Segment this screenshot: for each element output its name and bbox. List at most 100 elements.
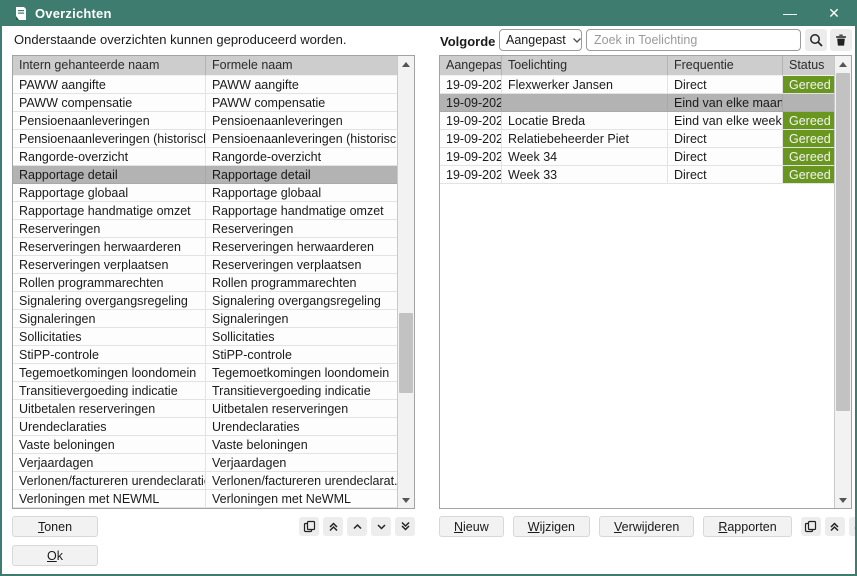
volgorde-label: Volgorde [440, 34, 495, 49]
cell-formele-naam: Verlonen/factureren urendeclarat... [206, 472, 397, 489]
cell-intern-naam: Reserveringen verplaatsen [13, 256, 206, 273]
table-row[interactable]: Rollen programmarechtenRollen programmar… [13, 274, 397, 292]
status-badge: Gereed [783, 166, 834, 183]
cell-formele-naam: PAWW aangifte [206, 76, 397, 93]
copy-icon[interactable] [299, 517, 319, 536]
column-header-frequentie[interactable]: Frequentie [668, 56, 783, 76]
nieuw-button[interactable]: Nieuw [439, 516, 504, 537]
scrollbar-up-arrow-icon[interactable] [835, 56, 851, 72]
table-row[interactable]: StiPP-controleStiPP-controle [13, 346, 397, 364]
status-badge: Gereed [783, 130, 834, 147]
scroll-down-icon[interactable] [371, 517, 391, 536]
table-row[interactable]: SignaleringenSignaleringen [13, 310, 397, 328]
cell-toelichting [502, 94, 668, 111]
cell-formele-naam: Transitievergoeding indicatie [206, 382, 397, 399]
close-button[interactable]: ✕ [825, 6, 843, 20]
cell-intern-naam: Uitbetalen reserveringen [13, 400, 206, 417]
minimize-button[interactable]: — [781, 6, 799, 20]
column-header-toelichting[interactable]: Toelichting [502, 56, 668, 76]
table-row[interactable]: Rapportage globaalRapportage globaal [13, 184, 397, 202]
cell-intern-naam: Signalering overgangsregeling [13, 292, 206, 309]
scroll-up-icon[interactable] [347, 517, 367, 536]
table-row[interactable]: Signalering overgangsregelingSignalering… [13, 292, 397, 310]
table-row[interactable]: Vaste beloningenVaste beloningen [13, 436, 397, 454]
scroll-top-icon[interactable] [323, 517, 343, 536]
table-row[interactable]: ReserveringenReserveringen [13, 220, 397, 238]
cell-formele-naam: Vaste beloningen [206, 436, 397, 453]
scrollbar-up-arrow-icon[interactable] [398, 56, 414, 72]
table-row[interactable]: VerjaardagenVerjaardagen [13, 454, 397, 472]
status-badge: Gereed [783, 148, 834, 165]
volgorde-select[interactable]: Aangepast [499, 29, 582, 51]
cell-intern-naam: Verjaardagen [13, 454, 206, 471]
table-row[interactable]: 19-09-2023Relatiebeheerder PietDirectGer… [440, 130, 834, 148]
search-input[interactable] [586, 29, 801, 51]
cell-formele-naam: Pensioenaanleveringen [206, 112, 397, 129]
column-header-aangepast[interactable]: Aangepast [440, 56, 502, 76]
table-row[interactable]: Reserveringen verplaatsenReserveringen v… [13, 256, 397, 274]
cell-intern-naam: Pensioenaanleveringen [13, 112, 206, 129]
left-scrollbar-thumb[interactable] [399, 313, 413, 393]
cell-formele-naam: Sollicitaties [206, 328, 397, 345]
cell-intern-naam: Tegemoetkomingen loondomein [13, 364, 206, 381]
search-icon[interactable] [805, 29, 827, 51]
trash-icon[interactable] [830, 29, 852, 51]
column-header-status[interactable]: Status [783, 56, 834, 76]
cell-toelichting: Week 34 [502, 148, 668, 165]
table-row[interactable]: Transitievergoeding indicatieTransitieve… [13, 382, 397, 400]
scroll-up-icon[interactable] [849, 517, 857, 536]
table-row[interactable]: Verlonen/factureren urendeclaratiesVerlo… [13, 472, 397, 490]
copy-icon[interactable] [801, 517, 821, 536]
right-scrollbar-thumb[interactable] [836, 73, 850, 411]
overzichten-window: Overzichten — ✕ Onderstaande overzichten… [0, 0, 857, 576]
verwijderen-button[interactable]: Verwijderen [599, 516, 694, 537]
tonen-button[interactable]: Tonen [12, 516, 98, 537]
table-row[interactable]: Pensioenaanleveringen (historisch)Pensio… [13, 130, 397, 148]
cell-frequentie: Direct [668, 148, 783, 165]
scroll-top-icon[interactable] [825, 517, 845, 536]
cell-formele-naam: Reserveringen verplaatsen [206, 256, 397, 273]
table-row[interactable]: Verloningen met NEWMLVerloningen met NeW… [13, 490, 397, 508]
table-row[interactable]: Rapportage handmatige omzetRapportage ha… [13, 202, 397, 220]
table-row[interactable]: PAWW aangiftePAWW aangifte [13, 76, 397, 94]
scrollbar-down-arrow-icon[interactable] [835, 492, 851, 508]
cell-intern-naam: Rapportage detail [13, 166, 206, 183]
scroll-bottom-icon[interactable] [395, 517, 415, 536]
table-row[interactable]: Uitbetalen reserveringenUitbetalen reser… [13, 400, 397, 418]
cell-intern-naam: PAWW aangifte [13, 76, 206, 93]
cell-intern-naam: Transitievergoeding indicatie [13, 382, 206, 399]
table-row[interactable]: SollicitatiesSollicitaties [13, 328, 397, 346]
table-row[interactable]: PensioenaanleveringenPensioenaanlevering… [13, 112, 397, 130]
rapporten-button[interactable]: Rapporten [703, 516, 791, 537]
column-header-intern[interactable]: Intern gehanteerde naam [13, 56, 206, 76]
cell-intern-naam: Reserveringen [13, 220, 206, 237]
right-toolbar: Volgorde Aangepast [439, 28, 852, 52]
wijzigen-button[interactable]: Wijzigen [513, 516, 590, 537]
volgorde-selected-value: Aangepast [506, 33, 566, 47]
table-row[interactable]: Rangorde-overzichtRangorde-overzicht [13, 148, 397, 166]
column-header-formeel[interactable]: Formele naam [206, 56, 397, 76]
table-row[interactable]: 19-09-2023Eind van elke maand [440, 94, 834, 112]
table-row[interactable]: PAWW compensatiePAWW compensatie [13, 94, 397, 112]
cell-formele-naam: Verloningen met NeWML [206, 490, 397, 507]
cell-frequentie: Direct [668, 130, 783, 147]
table-row[interactable]: 19-09-2023Flexwerker JansenDirectGereed [440, 76, 834, 94]
table-row[interactable]: Tegemoetkomingen loondomeinTegemoetkomin… [13, 364, 397, 382]
cell-formele-naam: Signaleringen [206, 310, 397, 327]
table-row[interactable]: UrendeclaratiesUrendeclaraties [13, 418, 397, 436]
table-row[interactable]: Rapportage detailRapportage detail [13, 166, 397, 184]
table-row[interactable]: Reserveringen herwaarderenReserveringen … [13, 238, 397, 256]
cell-frequentie: Direct [668, 166, 783, 183]
scrollbar-down-arrow-icon[interactable] [398, 492, 414, 508]
cell-intern-naam: Urendeclaraties [13, 418, 206, 435]
table-row[interactable]: 19-09-2023Week 34DirectGereed [440, 148, 834, 166]
right-table-scrollbar[interactable] [834, 56, 851, 508]
cell-formele-naam: StiPP-controle [206, 346, 397, 363]
cell-frequentie: Eind van elke maand [668, 94, 783, 111]
table-row[interactable]: 19-09-2023Week 33DirectGereed [440, 166, 834, 184]
ok-button[interactable]: Ok [12, 545, 98, 566]
cell-formele-naam: Verjaardagen [206, 454, 397, 471]
left-table-scrollbar[interactable] [397, 56, 414, 508]
cell-frequentie: Eind van elke week [668, 112, 783, 129]
table-row[interactable]: 19-09-2023Locatie BredaEind van elke wee… [440, 112, 834, 130]
